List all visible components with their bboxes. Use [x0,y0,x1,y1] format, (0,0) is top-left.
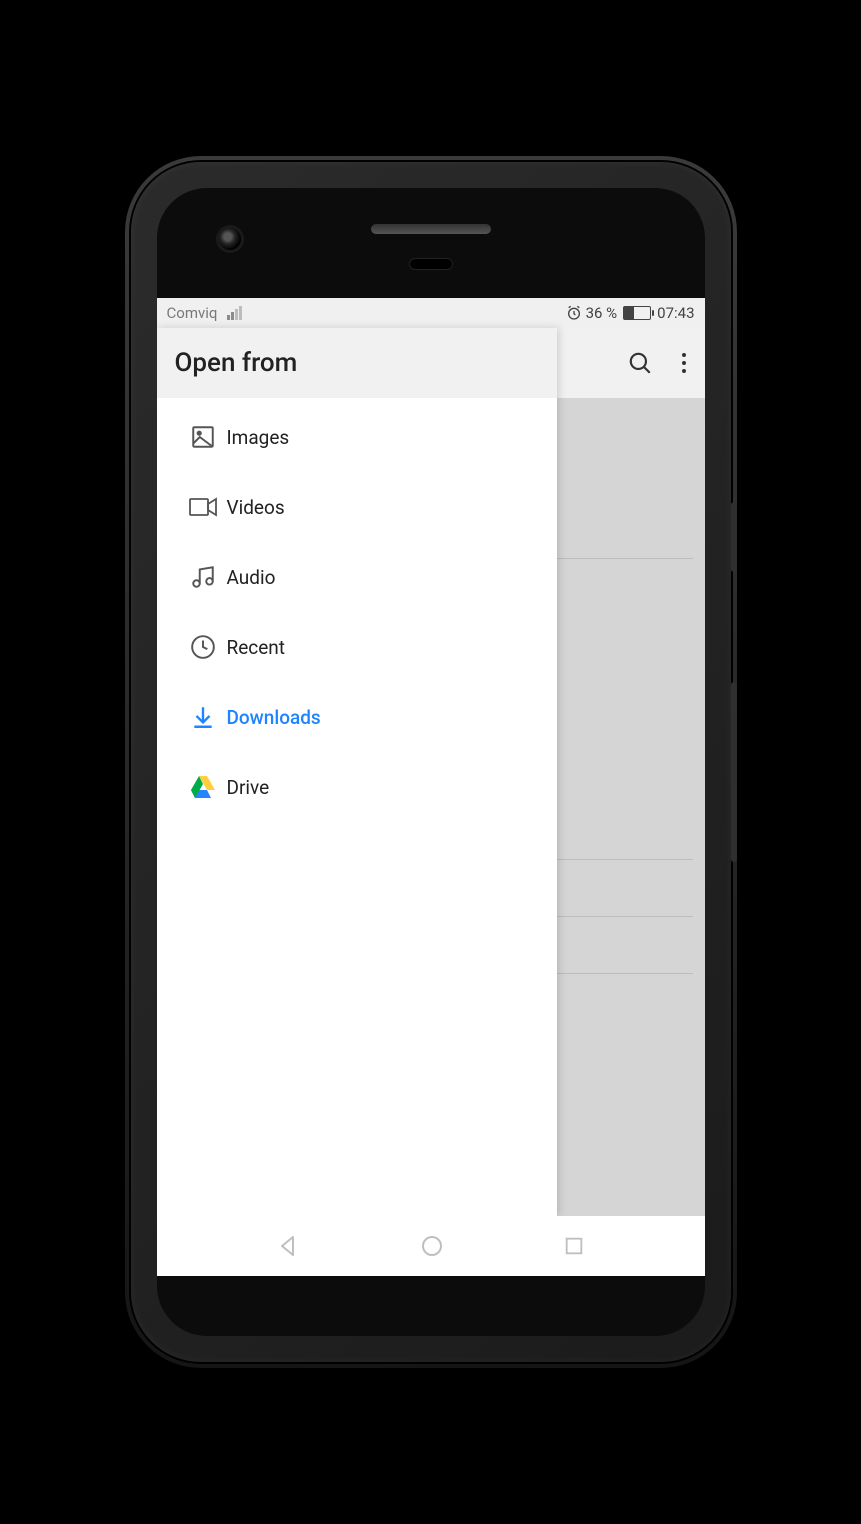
image-icon [179,424,227,450]
drawer-item-audio[interactable]: Audio [157,542,557,612]
volume-button [731,682,737,862]
drawer-item-label: Images [227,426,290,449]
alarm-icon [566,305,582,321]
earpiece [371,224,491,234]
carrier-label: Comviq [167,304,218,322]
android-nav-bar [157,1216,705,1276]
search-icon[interactable] [627,350,653,376]
drawer-item-downloads[interactable]: Downloads [157,682,557,752]
drawer-item-label: Downloads [227,706,321,729]
screen: Comviq 36 % 07:43 [157,298,705,1276]
proximity-sensor [409,258,453,270]
signal-icon [227,306,242,320]
phone-frame: Comviq 36 % 07:43 [131,162,731,1362]
bottom-bezel [157,1276,705,1336]
drawer-item-recent[interactable]: Recent [157,612,557,682]
drawer-list: Images Videos [157,398,557,1216]
battery-pct: 36 % [586,304,618,322]
drawer-item-label: Recent [227,636,286,659]
drawer-header: Open from [157,328,557,398]
audio-icon [179,564,227,590]
drawer-item-label: Videos [227,496,285,519]
drawer-title: Open from [175,348,539,378]
drive-icon [179,776,227,798]
drawer-item-drive[interactable]: Drive [157,752,557,822]
phone-bezel: Comviq 36 % 07:43 [157,188,705,1336]
drawer-item-label: Audio [227,566,276,589]
nav-home[interactable] [420,1234,444,1258]
clock-icon [179,634,227,660]
video-icon [179,496,227,518]
drawer-item-label: Drive [227,776,270,799]
open-from-drawer: Open from Images [157,328,557,1216]
nav-back[interactable] [276,1234,300,1258]
front-camera [219,228,241,250]
drawer-item-videos[interactable]: Videos [157,472,557,542]
drawer-item-images[interactable]: Images [157,402,557,472]
battery-icon [623,306,651,320]
download-icon [179,704,227,730]
top-bezel [157,188,705,298]
nav-recents[interactable] [563,1235,585,1257]
clock-time: 07:43 [657,304,694,322]
overflow-icon[interactable] [681,351,687,375]
power-button [731,502,737,572]
status-bar: Comviq 36 % 07:43 [157,298,705,328]
